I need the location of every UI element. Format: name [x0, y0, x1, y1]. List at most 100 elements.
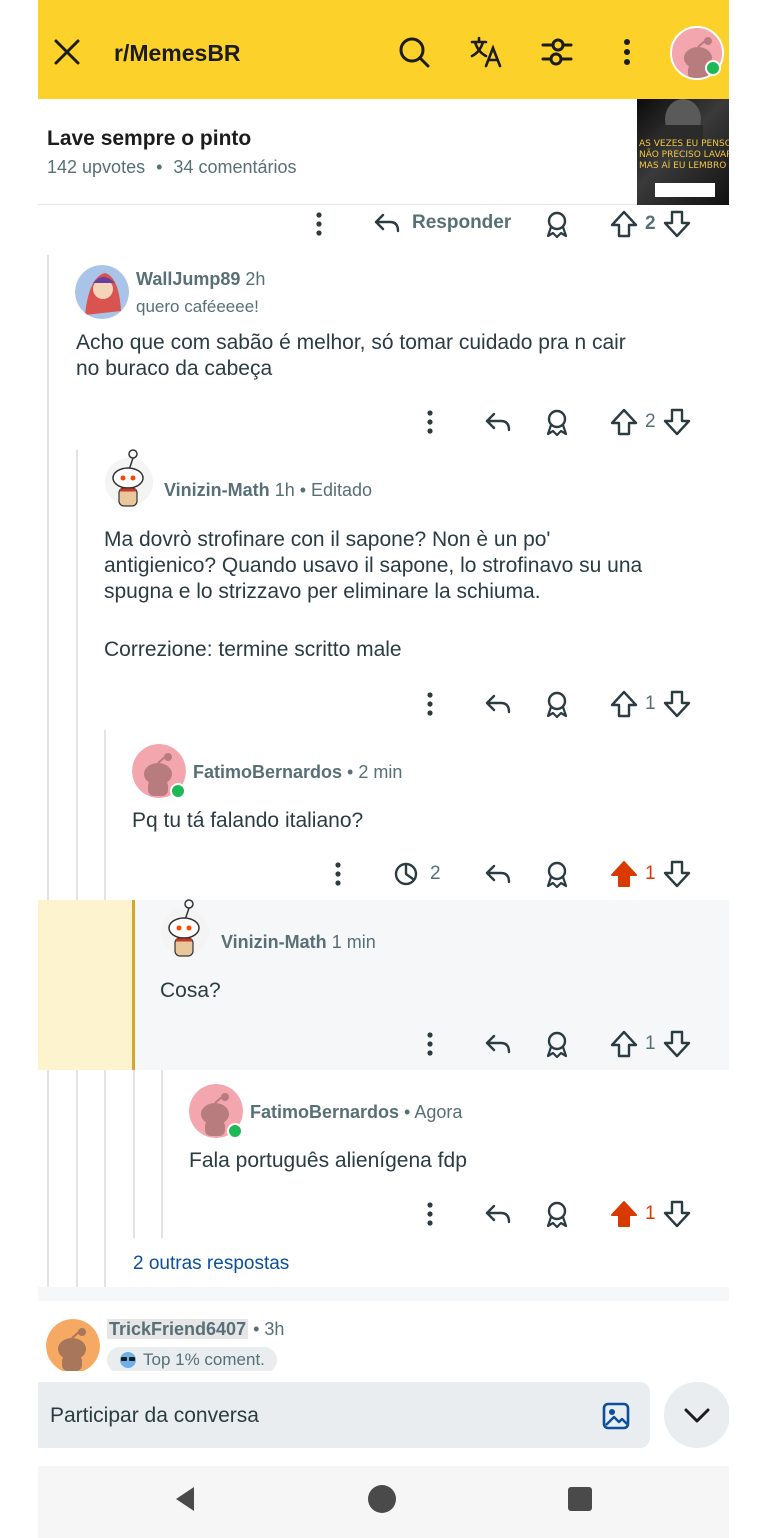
upvote-filled-icon[interactable] — [609, 1199, 639, 1229]
back-nav-icon[interactable] — [170, 1484, 200, 1514]
chevron-down-icon — [684, 1408, 710, 1423]
downvote-icon[interactable] — [662, 689, 692, 719]
post-meta: 142 upvotes • 34 comentários — [47, 157, 297, 178]
user-avatar[interactable] — [46, 1319, 100, 1373]
comment-count: 34 comentários — [173, 157, 297, 177]
anime-avatar-icon — [75, 265, 129, 319]
user-flair: quero caféeeee! — [136, 297, 259, 316]
comment-input[interactable]: Participar da conversa — [38, 1382, 650, 1448]
thumbnail-caption: AS VEZES EU PENSO QUE NÃO PRECISO LAVAR … — [639, 139, 729, 171]
downvote-icon[interactable] — [662, 1029, 692, 1059]
vote-widget: 1 — [609, 859, 692, 889]
thread-line[interactable] — [47, 255, 49, 1287]
system-nav-bar — [38, 1466, 729, 1538]
vote-widget: 2 — [609, 407, 692, 437]
highlight-bar — [132, 900, 135, 1070]
filter-icon[interactable] — [539, 34, 575, 70]
vote-count: 1 — [645, 863, 656, 884]
award-icon[interactable] — [543, 1199, 571, 1229]
vote-widget: 1 — [609, 1029, 692, 1059]
more-vertical-icon[interactable] — [609, 34, 645, 70]
reply-icon[interactable] — [483, 407, 513, 437]
snoo-avatar-icon — [105, 449, 153, 507]
timer-icon — [394, 862, 418, 886]
comment-composer: Participar da conversa — [38, 1371, 729, 1466]
thread-line[interactable] — [161, 1070, 163, 1238]
collapse-button[interactable] — [664, 1382, 729, 1448]
award-icon[interactable] — [543, 859, 571, 889]
upvote-filled-icon[interactable] — [609, 859, 639, 889]
post-header[interactable]: Lave sempre o pinto 142 upvotes • 34 com… — [38, 99, 729, 205]
reply-icon[interactable] — [483, 689, 513, 719]
post-thumbnail[interactable]: AS VEZES EU PENSO QUE NÃO PRECISO LAVAR … — [637, 99, 729, 205]
online-status-dot — [227, 1123, 243, 1139]
reply-icon[interactable] — [483, 1029, 513, 1059]
award-icon[interactable] — [543, 209, 571, 239]
downvote-icon[interactable] — [662, 1199, 692, 1229]
search-icon[interactable] — [396, 34, 432, 70]
top-commenter-badge[interactable]: Top 1% coment. — [107, 1347, 277, 1373]
comment-meta: • 3h — [253, 1319, 285, 1339]
upvote-icon[interactable] — [609, 1029, 639, 1059]
more-options-icon[interactable] — [422, 691, 438, 717]
vote-widget: 1 — [609, 1199, 692, 1229]
more-options-icon[interactable] — [422, 409, 438, 435]
more-options-icon[interactable] — [330, 861, 346, 887]
subreddit-title[interactable]: r/MemesBR — [114, 40, 241, 67]
comment-author[interactable]: TrickFriend6407 • 3h — [107, 1319, 284, 1340]
vote-widget: 1 — [609, 689, 692, 719]
comment-body: Pq tu tá falando italiano? — [132, 809, 364, 832]
comment-author[interactable]: FatimoBernardos • Agora — [250, 1102, 462, 1123]
downvote-icon[interactable] — [662, 407, 692, 437]
home-nav-icon[interactable] — [366, 1483, 398, 1515]
vote-count: 2 — [645, 411, 656, 432]
comment-author[interactable]: WallJump89 2h — [136, 269, 265, 290]
reply-label: Responder — [412, 212, 512, 233]
badge-label: Top 1% coment. — [143, 1350, 265, 1369]
more-options-icon[interactable] — [422, 1031, 438, 1057]
comment-body: Fala português alienígena fdp — [189, 1149, 467, 1172]
more-options-icon[interactable] — [422, 1201, 438, 1227]
vote-count: 1 — [645, 693, 656, 714]
upvote-icon[interactable] — [609, 689, 639, 719]
online-status-dot — [170, 783, 186, 799]
user-avatar[interactable] — [75, 265, 129, 319]
online-status-dot — [705, 60, 721, 76]
comment-author[interactable]: Vinizin-Math 1h • Editado — [164, 480, 372, 501]
translate-icon[interactable] — [468, 34, 504, 70]
award-icon[interactable] — [543, 1029, 571, 1059]
close-icon[interactable] — [52, 37, 82, 67]
thread-line[interactable] — [133, 1070, 135, 1238]
more-replies-link[interactable]: 2 outras respostas — [133, 1253, 289, 1275]
comment-body: Ma dovrò strofinare con il sapone? Non è… — [104, 528, 643, 661]
highlight-gutter — [38, 900, 133, 1070]
thread-line[interactable] — [76, 450, 78, 1287]
downvote-icon[interactable] — [662, 209, 692, 239]
award-icon[interactable] — [543, 407, 571, 437]
vote-count: 2 — [645, 213, 656, 234]
award-icon[interactable] — [543, 689, 571, 719]
more-options-icon[interactable] — [311, 211, 327, 237]
snoo-avatar[interactable] — [160, 898, 210, 962]
thumbnail-footer — [655, 183, 715, 197]
timer-count: 2 — [430, 863, 441, 884]
comment-body: Acho que com sabão é melhor, só tomar cu… — [76, 331, 626, 380]
comment-meta: • 2 min — [347, 762, 403, 782]
reply-icon[interactable] — [483, 859, 513, 889]
comment-author[interactable]: FatimoBernardos • 2 min — [193, 762, 402, 783]
snoo-avatar[interactable] — [104, 448, 154, 512]
comment-meta: 1 min — [331, 932, 376, 952]
upvote-icon[interactable] — [609, 209, 639, 239]
timer-widget[interactable]: 2 — [392, 859, 441, 889]
image-upload-icon[interactable] — [600, 1400, 632, 1432]
downvote-icon[interactable] — [662, 859, 692, 889]
meta-separator: • — [156, 157, 163, 177]
reply-button[interactable]: Responder — [372, 208, 511, 238]
recents-nav-icon[interactable] — [565, 1484, 595, 1514]
snoo-avatar-icon — [161, 899, 209, 957]
upvote-icon[interactable] — [609, 407, 639, 437]
comment-author[interactable]: Vinizin-Math 1 min — [221, 932, 376, 953]
comment-body: Cosa? — [160, 979, 221, 1002]
reply-icon[interactable] — [483, 1199, 513, 1229]
vote-count: 1 — [645, 1203, 656, 1224]
